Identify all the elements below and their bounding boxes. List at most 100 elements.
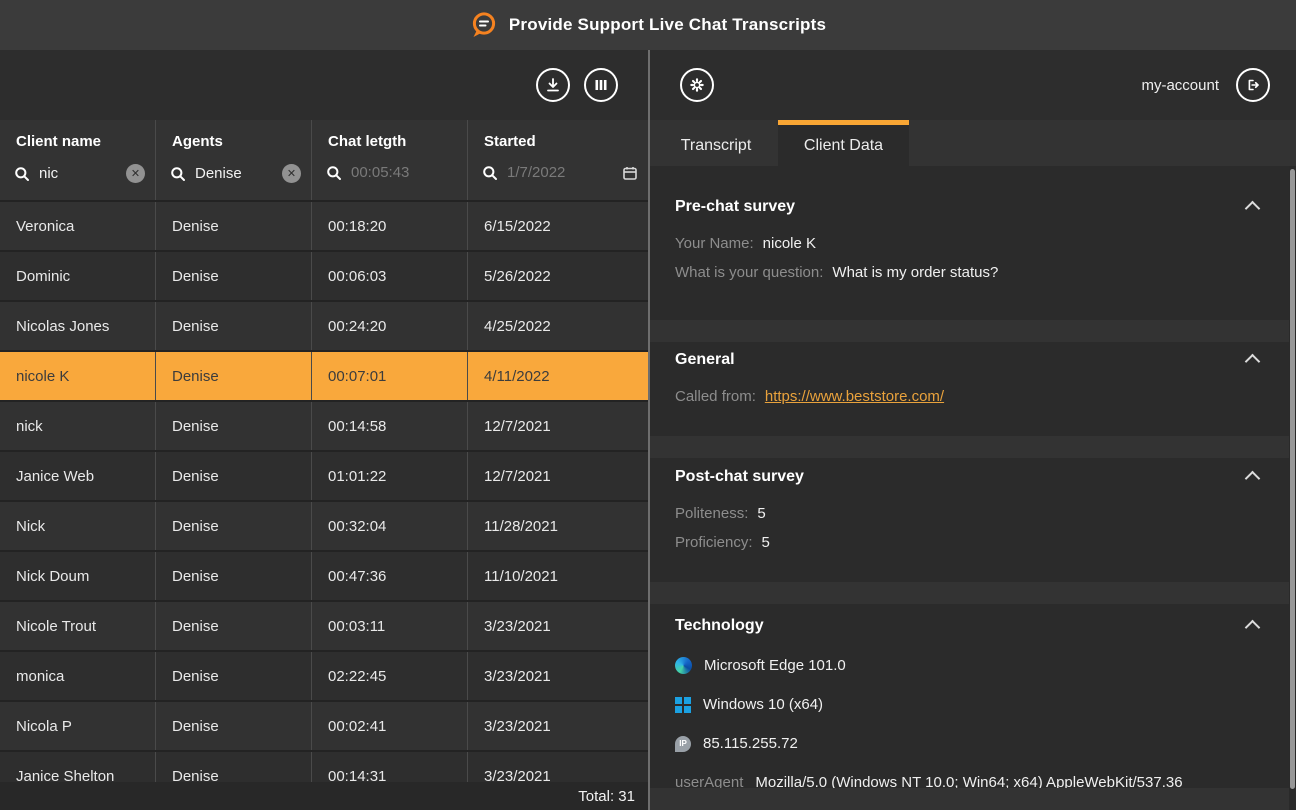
- table-row[interactable]: nickDenise00:14:5812/7/2021: [0, 402, 648, 452]
- tech-item-text: 85.115.255.72: [703, 735, 798, 752]
- client-cell: Nick: [0, 502, 156, 550]
- search-icon: [170, 166, 186, 182]
- chevron-up-icon[interactable]: [1245, 354, 1261, 370]
- section-title: Post-chat survey: [675, 468, 804, 486]
- client-cell: Nicola P: [0, 702, 156, 750]
- calendar-icon[interactable]: [622, 165, 638, 181]
- edge-browser-icon: [675, 657, 692, 674]
- table-row[interactable]: monicaDenise02:22:453/23/2021: [0, 652, 648, 702]
- client-cell: Dominic: [0, 252, 156, 300]
- columns-toggle-button[interactable]: [584, 68, 618, 102]
- chevron-up-icon[interactable]: [1245, 471, 1261, 487]
- client-cell: Janice Web: [0, 452, 156, 500]
- filter-client-name[interactable]: nic ✕: [14, 164, 145, 183]
- clear-filter-icon[interactable]: ✕: [282, 164, 301, 183]
- table-row[interactable]: Janice WebDenise01:01:2212/7/2021: [0, 452, 648, 502]
- search-icon: [326, 165, 342, 181]
- agent-cell: Denise: [156, 202, 312, 250]
- field-value: 5: [757, 505, 765, 522]
- section-technology: TechnologyMicrosoft Edge 101.0Windows 10…: [650, 604, 1296, 788]
- agent-cell: Denise: [156, 602, 312, 650]
- called-from-link[interactable]: https://www.beststore.com/: [765, 388, 944, 405]
- length-cell: 00:18:20: [312, 202, 468, 250]
- table-row[interactable]: Janice SheltonDenise00:14:313/23/2021: [0, 752, 648, 782]
- client-cell: Veronica: [0, 202, 156, 250]
- agent-cell: Denise: [156, 402, 312, 450]
- transcripts-table: VeronicaDenise00:18:206/15/2022DominicDe…: [0, 202, 648, 782]
- tab-transcript[interactable]: Transcript: [654, 120, 778, 166]
- column-header-started[interactable]: Started 1/7/2022: [468, 120, 648, 200]
- table-row[interactable]: Nicola PDenise00:02:413/23/2021: [0, 702, 648, 752]
- field-label: Proficiency:: [675, 534, 753, 551]
- chevron-up-icon[interactable]: [1245, 201, 1261, 217]
- field-label: Called from:: [675, 388, 756, 405]
- client-cell: monica: [0, 652, 156, 700]
- filter-agents[interactable]: Denise ✕: [170, 164, 301, 183]
- client-data-content: Pre-chat surveyYour Name:nicole KWhat is…: [650, 166, 1296, 810]
- started-cell: 3/23/2021: [468, 752, 648, 782]
- column-label: Agents: [172, 133, 311, 150]
- table-row[interactable]: VeronicaDenise00:18:206/15/2022: [0, 202, 648, 252]
- agent-cell: Denise: [156, 302, 312, 350]
- chevron-up-icon[interactable]: [1245, 620, 1261, 636]
- column-header-client-name[interactable]: Client namenic✕: [0, 120, 156, 200]
- section-pre-chat-survey: Pre-chat surveyYour Name:nicole KWhat is…: [650, 166, 1296, 320]
- length-cell: 00:07:01: [312, 352, 468, 400]
- filter-placeholder[interactable]: 00:05:43: [351, 164, 409, 181]
- column-header-agents[interactable]: Agents Denise ✕: [156, 120, 312, 200]
- length-cell: 00:24:20: [312, 302, 468, 350]
- user-agent-label: userAgent: [675, 774, 743, 788]
- transcripts-panel: Client namenic✕AgentsDenise✕Chat letgth0…: [0, 50, 650, 810]
- field-proficiency: Proficiency: 5: [675, 534, 1258, 551]
- table-row[interactable]: Nicolas JonesDenise00:24:204/25/2022: [0, 302, 648, 352]
- agent-cell: Denise: [156, 252, 312, 300]
- field-label: Politeness:: [675, 505, 748, 522]
- filter-value[interactable]: Denise: [195, 165, 242, 182]
- tech-item: IP85.115.255.72: [675, 735, 1258, 752]
- length-cell: 00:06:03: [312, 252, 468, 300]
- length-cell: 00:02:41: [312, 702, 468, 750]
- column-header-chat-letgth[interactable]: Chat letgth00:05:43: [312, 120, 468, 200]
- column-label: Started: [484, 133, 648, 150]
- filter-placeholder[interactable]: 1/7/2022: [507, 164, 565, 181]
- account-label: my-account: [1141, 77, 1219, 94]
- filter-chat-letgth[interactable]: 00:05:43: [326, 164, 457, 181]
- filter-started[interactable]: 1/7/2022: [482, 164, 638, 181]
- agent-cell: Denise: [156, 502, 312, 550]
- logout-button[interactable]: [1236, 68, 1270, 102]
- tech-item: Microsoft Edge 101.0: [675, 657, 1258, 674]
- table-row[interactable]: Nicole TroutDenise00:03:113/23/2021: [0, 602, 648, 652]
- section-header: Post-chat survey: [675, 468, 1258, 486]
- client-cell: Janice Shelton: [0, 752, 156, 782]
- client-cell: Nick Doum: [0, 552, 156, 600]
- filter-value[interactable]: nic: [39, 165, 58, 182]
- tab-client-data[interactable]: Client Data: [778, 120, 909, 166]
- user-agent-value: Mozilla/5.0 (Windows NT 10.0; Win64; x64…: [675, 774, 1183, 788]
- field-value: 5: [762, 534, 770, 551]
- user-agent: userAgentMozilla/5.0 (Windows NT 10.0; W…: [675, 773, 1220, 788]
- table-row[interactable]: DominicDenise00:06:035/26/2022: [0, 252, 648, 302]
- search-icon: [170, 166, 186, 182]
- settings-button[interactable]: [680, 68, 714, 102]
- download-button[interactable]: [536, 68, 570, 102]
- field-value: What is my order status?: [832, 264, 998, 281]
- length-cell: 01:01:22: [312, 452, 468, 500]
- length-cell: 02:22:45: [312, 652, 468, 700]
- started-cell: 4/25/2022: [468, 302, 648, 350]
- client-cell: nicole K: [0, 352, 156, 400]
- columns-toggle-icon: [593, 77, 609, 93]
- length-cell: 00:03:11: [312, 602, 468, 650]
- clear-filter-icon[interactable]: ✕: [126, 164, 145, 183]
- section-header: General: [675, 351, 1258, 369]
- app-logo-icon: [470, 11, 498, 39]
- client-cell: Nicole Trout: [0, 602, 156, 650]
- gear-icon: [687, 75, 707, 95]
- scrollbar[interactable]: [1289, 166, 1296, 810]
- table-row[interactable]: NickDenise00:32:0411/28/2021: [0, 502, 648, 552]
- scrollbar-thumb[interactable]: [1290, 169, 1295, 789]
- table-row[interactable]: nicole KDenise00:07:014/11/2022: [0, 352, 648, 402]
- section-title: Pre-chat survey: [675, 198, 795, 216]
- field-what-is-your-question: What is your question:What is my order s…: [675, 264, 1258, 281]
- table-row[interactable]: Nick DoumDenise00:47:3611/10/2021: [0, 552, 648, 602]
- section-header: Pre-chat survey: [675, 198, 1258, 216]
